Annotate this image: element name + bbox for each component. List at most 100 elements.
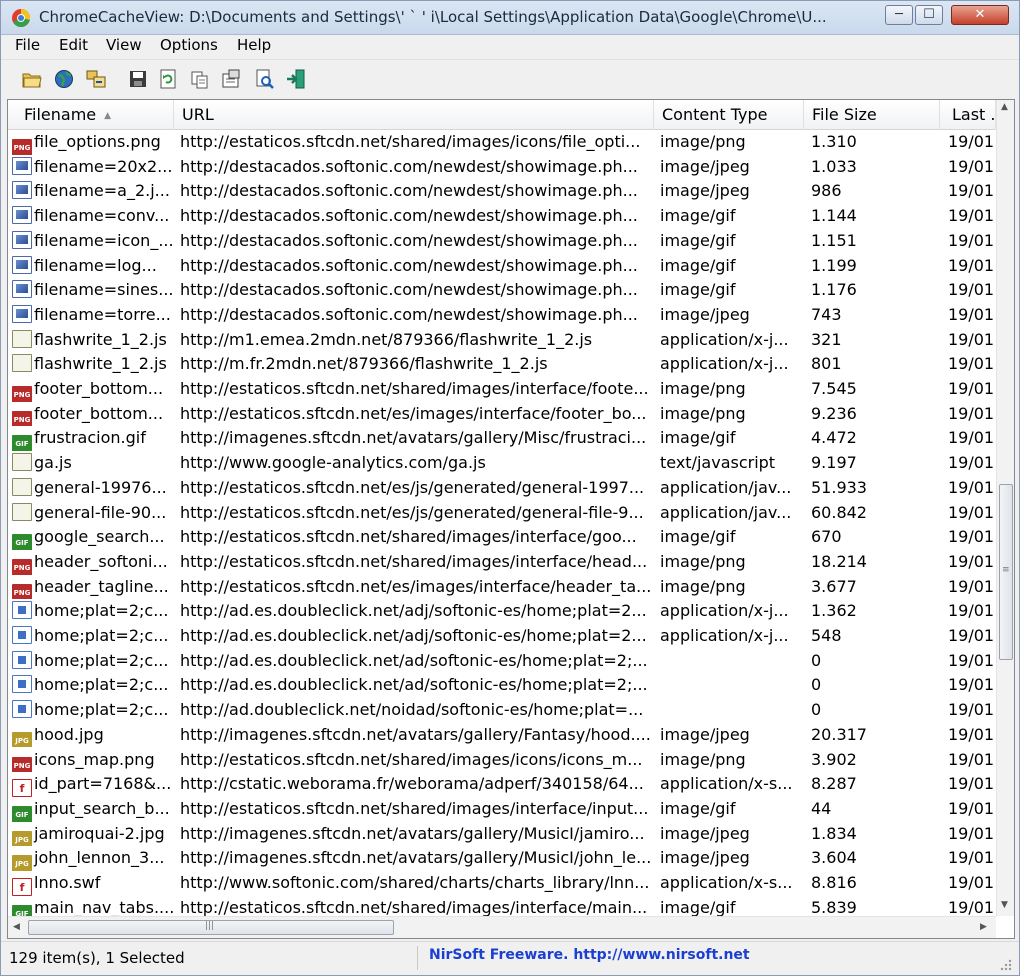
table-row[interactable]: home;plat=2;c... http://ad.es.doubleclick… bbox=[8, 673, 996, 698]
scroll-left-arrow-icon[interactable]: ◀ bbox=[13, 922, 20, 932]
column-header-url[interactable]: URL bbox=[174, 100, 654, 130]
scroll-down-arrow-icon[interactable]: ▼ bbox=[1001, 900, 1008, 910]
scroll-right-arrow-icon[interactable]: ▶ bbox=[980, 922, 987, 932]
scroll-up-arrow-icon[interactable]: ▲ bbox=[1001, 102, 1008, 112]
table-row[interactable]: filename=conv... http://destacados.softon… bbox=[8, 204, 996, 229]
table-row[interactable]: filename=torre... http://destacados.softo… bbox=[8, 303, 996, 328]
table-row[interactable]: JPG jamiroquai-2.jpg http://imagenes.sftcd… bbox=[8, 822, 996, 847]
file-type-gif-icon: GIF bbox=[12, 805, 32, 822]
table-row[interactable]: JPG hood.jpg http://imagenes.sftcdn.net/av… bbox=[8, 723, 996, 748]
cell-content-type: image/png bbox=[660, 379, 746, 398]
table-row[interactable]: PNG header_softoni... http://estaticos.sft… bbox=[8, 550, 996, 575]
vertical-scroll-thumb[interactable]: ≡ bbox=[999, 484, 1013, 660]
save-button[interactable] bbox=[127, 68, 149, 90]
exit-button[interactable] bbox=[285, 68, 307, 90]
table-row[interactable]: home;plat=2;c... http://ad.es.doubleclick… bbox=[8, 624, 996, 649]
table-row[interactable]: GIF main_nav_tabs.... http://estaticos.sft… bbox=[8, 896, 996, 916]
open-folder-button[interactable] bbox=[21, 68, 43, 90]
table-row[interactable]: home;plat=2;c... http://ad.es.doubleclick… bbox=[8, 599, 996, 624]
minimize-icon: ─ bbox=[895, 7, 903, 22]
cell-file-size: 51.933 bbox=[811, 477, 867, 497]
table-row[interactable]: PNG file_options.png http://estaticos.sftc… bbox=[8, 130, 996, 155]
title-bar[interactable]: ChromeCacheView: D:\Documents and Settin… bbox=[1, 1, 1019, 35]
cell-last: 19/01 bbox=[948, 502, 995, 522]
table-row[interactable]: GIF frustracion.gif http://imagenes.sftcdn… bbox=[8, 426, 996, 452]
menu-options[interactable]: Options bbox=[160, 36, 218, 54]
table-row[interactable]: ga.js http://www.google-analytics.com/ga.… bbox=[8, 451, 996, 476]
cache-list-view[interactable]: Filename ▲ URL Content Type File Size Las… bbox=[7, 99, 1015, 939]
table-row[interactable]: GIF input_search_b... http://estaticos.sft… bbox=[8, 797, 996, 822]
file-type-img-icon bbox=[12, 280, 32, 299]
cell-content-type: image/png bbox=[660, 551, 746, 571]
table-row[interactable]: PNG icons_map.png http://estaticos.sftcdn.… bbox=[8, 748, 996, 773]
cell-last: 19/01 bbox=[948, 601, 995, 621]
cell-file-size: 3.677 bbox=[811, 576, 857, 596]
properties-button[interactable] bbox=[220, 68, 242, 90]
filename-text: icons_map.png bbox=[34, 749, 155, 769]
table-row[interactable]: filename=sines... http://destacados.softo… bbox=[8, 278, 996, 303]
html-report-button[interactable] bbox=[253, 68, 275, 90]
minimize-button[interactable]: ─ bbox=[885, 5, 913, 25]
table-row[interactable]: home;plat=2;c... http://ad.doubleclick.ne… bbox=[8, 698, 996, 723]
table-row[interactable]: home;plat=2;c... http://ad.es.doubleclick… bbox=[8, 649, 996, 674]
filename-text: filename=sines... bbox=[34, 280, 174, 300]
cell-filename: flashwrite_1_2.js bbox=[12, 352, 174, 377]
menu-file[interactable]: File bbox=[15, 36, 40, 54]
menu-edit[interactable]: Edit bbox=[59, 36, 88, 54]
filename-text: filename=torre... bbox=[34, 304, 171, 324]
table-row[interactable]: JPG john_lennon_3... http://imagenes.sftcd… bbox=[8, 846, 996, 871]
maximize-button[interactable]: ☐ bbox=[915, 5, 943, 25]
close-button[interactable]: ✕ bbox=[951, 5, 1009, 25]
cell-content-type: application/x-j... bbox=[660, 354, 789, 374]
cell-last: 19/01 bbox=[948, 576, 995, 596]
cell-file-size: 20.317 bbox=[811, 724, 867, 744]
cell-content-type: application/x-j... bbox=[660, 329, 789, 349]
table-row[interactable]: PNG footer_bottom... http://estaticos.sftc… bbox=[8, 402, 996, 427]
horizontal-scrollbar[interactable]: ◀ ||| ▶ bbox=[8, 916, 996, 938]
refresh-button[interactable] bbox=[157, 68, 179, 90]
cell-filename: f lnno.swf bbox=[12, 871, 174, 896]
menu-help[interactable]: Help bbox=[237, 36, 271, 54]
cell-url: http://imagenes.sftcdn.net/avatars/galle… bbox=[180, 848, 652, 868]
column-header-last[interactable]: Last . bbox=[940, 100, 996, 130]
horizontal-scroll-thumb[interactable]: ||| bbox=[28, 920, 394, 935]
file-type-gif-icon: GIF bbox=[12, 435, 32, 452]
cell-url: http://estaticos.sftcdn.net/shared/image… bbox=[180, 798, 649, 818]
cell-file-size: 7.545 bbox=[811, 379, 857, 398]
cell-content-type: image/jpeg bbox=[660, 823, 750, 843]
globe-button[interactable] bbox=[53, 68, 75, 90]
cell-last: 19/01 bbox=[948, 551, 995, 571]
copy-button[interactable] bbox=[189, 68, 211, 90]
cell-url: http://estaticos.sftcdn.net/shared/image… bbox=[180, 132, 641, 151]
table-row[interactable]: filename=a_2.j... http://destacados.softo… bbox=[8, 179, 996, 204]
nirsoft-link[interactable]: NirSoft Freeware. http://www.nirsoft.net bbox=[429, 947, 750, 963]
resize-grip-icon[interactable] bbox=[997, 956, 1013, 972]
file-type-js-icon bbox=[12, 354, 32, 373]
cell-url: http://estaticos.sftcdn.net/es/images/in… bbox=[180, 576, 652, 596]
table-row[interactable]: PNG footer_bottom... http://estaticos.sftc… bbox=[8, 377, 996, 402]
menu-view[interactable]: View bbox=[106, 36, 142, 54]
filename-text: header_softoni... bbox=[34, 551, 168, 571]
column-header-filename[interactable]: Filename ▲ bbox=[8, 100, 174, 130]
table-row[interactable]: filename=20x2... http://destacados.softon… bbox=[8, 155, 996, 180]
table-row[interactable]: flashwrite_1_2.js http://m.fr.2mdn.net/87… bbox=[8, 352, 996, 377]
cell-url: http://m1.emea.2mdn.net/879366/flashwrit… bbox=[180, 329, 593, 349]
table-row[interactable]: general-19976... http://estaticos.sftcdn.… bbox=[8, 476, 996, 501]
cell-filename: filename=conv... bbox=[12, 204, 174, 229]
table-row[interactable]: GIF google_search... http://estaticos.sftc… bbox=[8, 525, 996, 550]
table-row[interactable]: f lnno.swf http://www.softonic.com/shared/… bbox=[8, 871, 996, 896]
filename-text: ga.js bbox=[34, 453, 72, 473]
column-header-content-type[interactable]: Content Type bbox=[654, 100, 804, 130]
table-row[interactable]: filename=icon_... http://destacados.softo… bbox=[8, 229, 996, 254]
cell-last: 19/01 bbox=[948, 354, 995, 374]
table-row[interactable]: PNG header_tagline... http://estaticos.sft… bbox=[8, 575, 996, 600]
column-header-file-size[interactable]: File Size bbox=[804, 100, 940, 130]
table-row[interactable]: general-file-90... http://estaticos.sftcd… bbox=[8, 501, 996, 526]
cell-last: 19/01 bbox=[948, 132, 995, 151]
filename-text: frustracion.gif bbox=[34, 428, 146, 448]
vertical-scrollbar[interactable]: ▲ ≡ ▼ bbox=[996, 100, 1014, 916]
table-row[interactable]: f id_part=7168&... http://cstatic.weborama… bbox=[8, 772, 996, 797]
table-row[interactable]: filename=log... http://destacados.softoni… bbox=[8, 254, 996, 279]
table-row[interactable]: flashwrite_1_2.js http://m1.emea.2mdn.net… bbox=[8, 328, 996, 353]
copy-files-button[interactable] bbox=[85, 68, 107, 90]
